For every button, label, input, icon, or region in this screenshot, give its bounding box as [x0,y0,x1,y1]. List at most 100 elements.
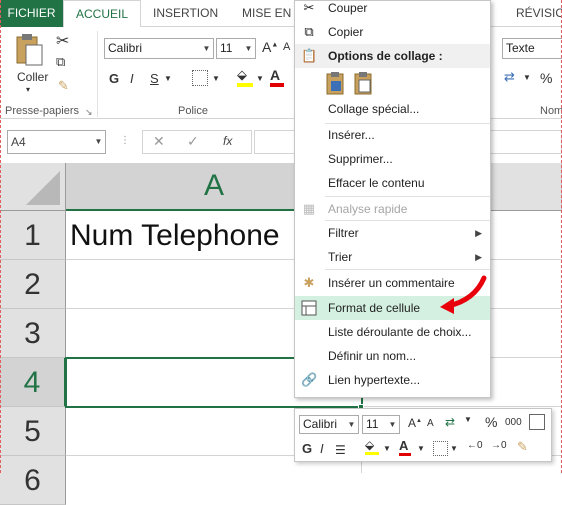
group-divider [97,31,98,117]
chevron-down-icon: ▼ [244,44,253,53]
increase-decimal-icon[interactable]: ←0 [467,440,483,451]
menu-item-couper[interactable]: ✂ Couper [295,0,490,20]
menu-item-label: Trier [328,250,353,264]
hyperlink-icon: 🔗 [301,372,318,387]
menu-item-effacer[interactable]: Effacer le contenu [295,171,490,195]
fx-button[interactable]: fx [223,134,232,148]
menu-item-liste-deroulante[interactable]: Liste déroulante de choix... [295,320,490,344]
table-format-icon[interactable] [529,414,545,430]
row-header-4[interactable]: 4 [0,358,66,407]
copy-icon[interactable]: ⧉ [56,54,65,70]
menu-item-label: Supprimer... [328,152,393,166]
underline-button[interactable]: S [150,71,159,86]
font-size-value: 11 [220,41,233,55]
accounting-format-icon[interactable]: ⇄ [504,69,515,85]
chevron-down-icon[interactable]: ▼ [523,73,531,82]
number-format-select[interactable]: Texte [502,38,562,59]
font-name-select[interactable]: Calibri ▼ [104,38,214,59]
corner-triangle-icon [26,171,60,205]
mini-bold-button[interactable]: G [302,441,312,456]
paste-button[interactable]: Coller ▾ [14,33,50,94]
select-all-corner[interactable] [0,163,66,211]
chevron-down-icon[interactable]: ▼ [417,444,425,453]
scissors-icon[interactable]: ✂ [56,31,69,51]
row-header-1[interactable]: 1 [0,211,66,260]
menu-item-label: Effacer le contenu [328,176,425,190]
row-header-2[interactable]: 2 [0,260,66,309]
mini-italic-button[interactable]: I [320,441,324,456]
name-box[interactable]: A4 ▼ [7,130,106,154]
chevron-down-icon[interactable]: ▼ [212,74,220,83]
comment-icon: ✱ [303,275,315,290]
chevron-down-icon[interactable]: ▼ [464,415,472,424]
format-cells-icon [301,300,317,316]
clipboard-group-label: Presse-papiers [5,105,79,117]
format-painter-icon[interactable]: ✎ [517,439,528,455]
chevron-down-icon[interactable]: ▼ [164,74,172,83]
row-header-3[interactable]: 3 [0,309,66,358]
tab-revision[interactable]: RÉVISION [516,0,562,27]
mini-font-size-select[interactable]: 11 ▼ [362,415,400,434]
menu-item-definir-nom[interactable]: Définir un nom... [295,344,490,368]
check-icon[interactable]: ✓ [187,133,199,150]
grow-font-icon[interactable]: A▲ [262,39,278,55]
menu-item-label: Lien hypertexte... [328,373,421,387]
borders-icon[interactable] [433,441,448,456]
paste-label: Coller [17,70,49,84]
menu-item-label: Liste déroulante de choix... [328,325,472,339]
menu-item-filtrer[interactable]: Filtrer ▶ [295,221,490,245]
tab-accueil[interactable]: ACCUEIL [63,0,141,30]
decrease-decimal-icon[interactable]: →0 [491,440,507,451]
paste-option-icon[interactable] [325,71,349,95]
paste-options-label: Options de collage : [328,49,443,63]
menu-item-label: Format de cellule [328,301,421,315]
menu-item-label: Définir un nom... [328,349,417,363]
fill-color-icon[interactable]: ⬙ [237,67,253,87]
mini-toolbar: Calibri ▼ 11 ▼ A▲ A ⇄ ▼ % 000 G I ☰ ⬙ ▼ … [294,408,552,462]
row-header-5[interactable]: 5 [0,407,66,456]
font-name-value: Calibri [108,41,143,55]
format-painter-icon[interactable]: ✎ [58,78,69,94]
shrink-font-icon[interactable]: A [283,41,290,53]
chevron-down-icon: ▾ [26,85,31,94]
chevron-down-icon: ▼ [202,44,211,53]
cancel-icon[interactable]: ✕ [153,133,165,150]
menu-item-trier[interactable]: Trier ▶ [295,245,490,269]
row-header-6[interactable]: 6 [0,456,66,505]
font-color-icon[interactable]: A [270,67,284,87]
font-color-icon[interactable]: A [399,438,411,456]
italic-button[interactable]: I [130,71,134,86]
mini-font-name-value: Calibri [303,417,338,431]
chevron-down-icon: ▼ [347,420,356,429]
number-format-icon[interactable]: ⇄ [445,415,455,429]
chevron-down-icon[interactable]: ▼ [256,74,264,83]
paste-values-icon[interactable] [353,71,377,95]
mini-percent-button[interactable]: % [485,414,497,430]
percent-button[interactable]: % [540,70,552,86]
menu-item-lien-hypertexte[interactable]: 🔗 Lien hypertexte... [295,368,490,392]
shrink-font-icon[interactable]: A [427,418,434,429]
clipboard-icon: 📋 [301,48,318,63]
name-box-value: A4 [11,135,26,149]
tab-insertion[interactable]: INSERTION [153,0,218,27]
font-size-select[interactable]: 11 ▼ [216,38,256,59]
chevron-down-icon: ▼ [388,420,397,429]
menu-item-inserer[interactable]: Insérer... [295,123,490,147]
dialog-launcher-icon[interactable]: ↘ [85,107,93,118]
thousands-button[interactable]: 000 [505,417,522,428]
fill-color-icon[interactable]: ⬙ [365,438,379,455]
chevron-down-icon[interactable]: ▼ [383,444,391,453]
borders-icon[interactable] [192,70,208,86]
grow-font-icon[interactable]: A▲ [408,416,422,430]
bold-button[interactable]: G [109,71,119,86]
menu-item-copier[interactable]: ⧉ Copier [295,20,490,44]
cell-a1[interactable]: Num Telephone [70,214,280,258]
menu-separator [325,269,490,270]
mini-font-name-select[interactable]: Calibri ▼ [299,415,359,434]
menu-item-collage-special[interactable]: Collage spécial... [295,97,490,121]
menu-item-supprimer[interactable]: Supprimer... [295,147,490,171]
number-group-label: Nom [540,105,562,117]
align-center-icon[interactable]: ☰ [335,443,346,457]
tab-fichier[interactable]: FICHIER [0,0,63,27]
chevron-down-icon[interactable]: ▼ [450,444,458,453]
